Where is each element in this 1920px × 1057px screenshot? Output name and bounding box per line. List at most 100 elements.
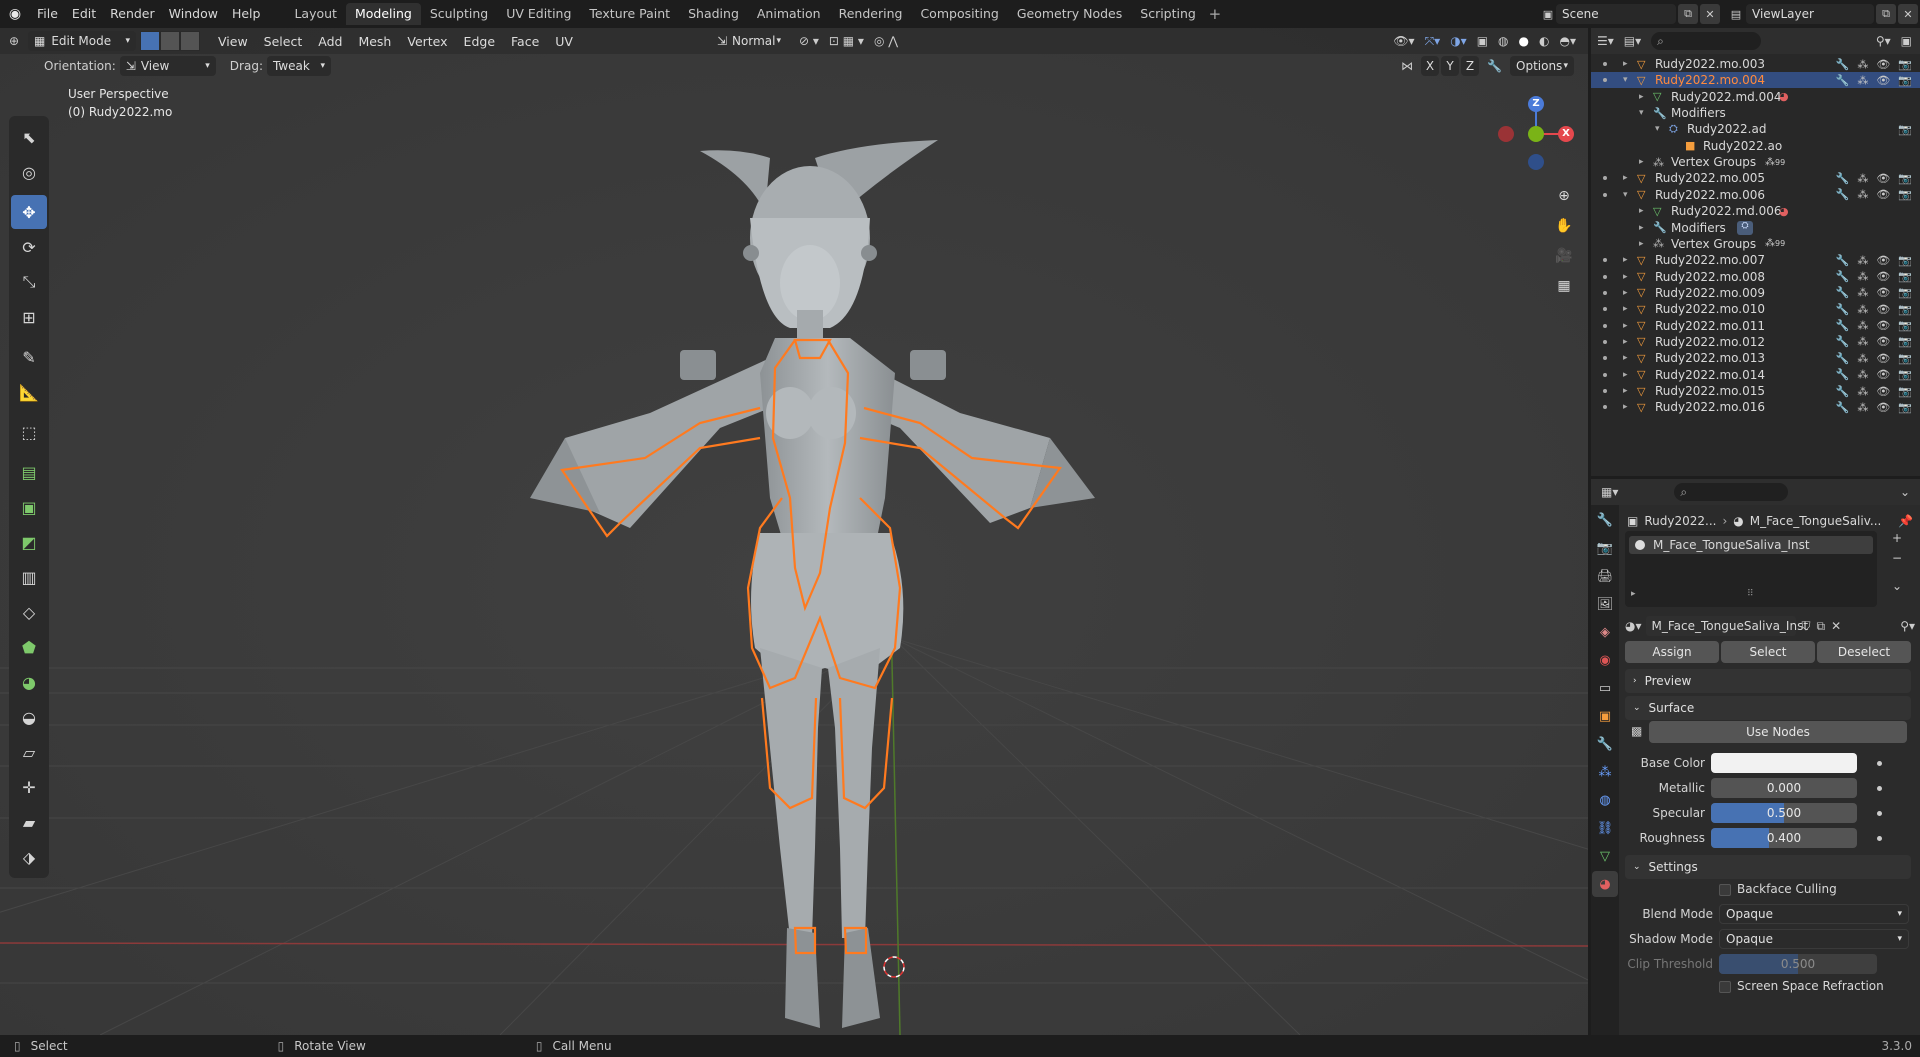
menu-uv[interactable]: UV xyxy=(547,34,581,49)
slot-specials-icon[interactable]: ⌄ xyxy=(1887,579,1907,597)
tab-rendering[interactable]: Rendering xyxy=(830,3,912,25)
render-camera-icon[interactable]: 📷 xyxy=(1898,352,1912,365)
xray-toggle-icon[interactable]: ▣ xyxy=(1477,34,1488,49)
mode-dot-icon[interactable] xyxy=(1603,290,1607,295)
remove-slot-button[interactable]: − xyxy=(1887,551,1907,569)
drag-dropdown[interactable]: Tweak ▾ xyxy=(266,56,331,76)
outliner-row[interactable]: ▸ ▽ Rudy2022.mo.007 🔧 ⁂ 👁 📷 xyxy=(1591,252,1920,268)
gizmo-z-axis[interactable]: Z xyxy=(1528,96,1544,112)
render-tab-icon[interactable]: 📷 xyxy=(1592,535,1618,561)
render-camera-icon[interactable]: 📷 xyxy=(1898,335,1912,348)
tool-tab-icon[interactable]: 🔧 xyxy=(1592,507,1618,533)
rotate-tool-icon[interactable]: ⟳ xyxy=(11,230,47,264)
menu-vertex[interactable]: Vertex xyxy=(399,34,455,49)
keyframe-dot-icon[interactable] xyxy=(1877,761,1882,766)
eye-visibility-icon[interactable]: 👁 xyxy=(1876,58,1890,71)
view-layer-tab-icon[interactable]: 🖼 xyxy=(1592,591,1618,617)
scale-tool-icon[interactable]: ⤡ xyxy=(11,265,47,299)
outliner-row[interactable]: ▾ 🔧 Modifiers xyxy=(1591,105,1920,121)
expand-triangle-icon[interactable]: ▸ xyxy=(1623,272,1628,282)
mode-dot-icon[interactable] xyxy=(1603,176,1607,181)
collapse-triangle-icon[interactable]: ▾ xyxy=(1623,75,1628,85)
output-tab-icon[interactable]: 🖨 xyxy=(1592,563,1618,589)
pin-icon[interactable]: 📌 xyxy=(1898,514,1913,528)
loop-cut-tool-icon[interactable]: ▥ xyxy=(11,560,47,594)
shadow-mode-dropdown[interactable]: Opaque ▾ xyxy=(1719,929,1909,949)
backface-culling-checkbox[interactable] xyxy=(1719,884,1731,896)
shear-tool-icon[interactable]: ▰ xyxy=(11,805,47,839)
wrench-icon[interactable]: 🔧 xyxy=(1487,59,1502,73)
particles-tab-icon[interactable]: ⁂ xyxy=(1592,759,1618,785)
eye-visibility-icon[interactable]: 👁 xyxy=(1876,335,1890,348)
expand-triangle-icon[interactable]: ▸ xyxy=(1639,92,1644,102)
tab-compositing[interactable]: Compositing xyxy=(911,3,1007,25)
menu-select[interactable]: Select xyxy=(256,34,311,49)
view-layer-selector[interactable]: ViewLayer xyxy=(1746,4,1874,24)
new-collection-icon[interactable]: ▣ xyxy=(1901,34,1912,48)
tab-modeling[interactable]: Modeling xyxy=(345,3,421,25)
perspective-grid-icon[interactable]: ▦ xyxy=(1551,273,1577,299)
outliner-row[interactable]: ▸ ▽ Rudy2022.mo.009 🔧 ⁂ 👁 📷 xyxy=(1591,285,1920,301)
expand-triangle-icon[interactable]: ▸ xyxy=(1631,589,1636,599)
modifier-tab-icon[interactable]: 🔧 xyxy=(1592,731,1618,757)
solid-shading-icon[interactable]: ● xyxy=(1519,34,1529,49)
filter-icon[interactable]: ⚲▾ xyxy=(1876,34,1891,48)
vertex-select-button[interactable] xyxy=(140,31,160,51)
material-name-field[interactable]: M_Face_TongueSaliva_Inst xyxy=(1645,616,1808,636)
metallic-slider[interactable]: 0.000 xyxy=(1711,778,1857,798)
mode-dot-icon[interactable] xyxy=(1603,274,1607,279)
mode-dot-icon[interactable] xyxy=(1603,339,1607,344)
spin-tool-icon[interactable]: ◕ xyxy=(11,665,47,699)
new-view-layer-icon[interactable]: ⧉ xyxy=(1876,4,1896,24)
poly-build-tool-icon[interactable]: ⬟ xyxy=(11,630,47,664)
menu-face[interactable]: Face xyxy=(503,34,547,49)
rendered-shading-icon[interactable]: ◓▾ xyxy=(1560,34,1577,49)
smooth-tool-icon[interactable]: ◒ xyxy=(11,700,47,734)
editor-type-icon[interactable]: ⊕ xyxy=(0,34,28,48)
base-color-swatch[interactable] xyxy=(1711,753,1857,773)
overlay-toggle-icon[interactable]: ◑▾ xyxy=(1450,34,1467,49)
menu-help[interactable]: Help xyxy=(225,3,268,25)
mirror-y-button[interactable]: Y xyxy=(1441,56,1460,76)
assign-button[interactable]: Assign xyxy=(1625,641,1719,663)
clip-threshold-slider[interactable]: 0.500 xyxy=(1719,954,1877,974)
menu-file[interactable]: File xyxy=(30,3,65,25)
outliner-row[interactable]: ▸ ⁂ Vertex Groups ⁂99 xyxy=(1591,154,1920,170)
keyframe-dot-icon[interactable] xyxy=(1877,811,1882,816)
orientation-dropdown[interactable]: ⇲ View ▾ xyxy=(119,56,216,76)
outliner-row[interactable]: ▸ ▽ Rudy2022.mo.008 🔧 ⁂ 👁 📷 xyxy=(1591,269,1920,285)
outliner-row[interactable]: ▸ ▽ Rudy2022.md.006 ◕ xyxy=(1591,203,1920,219)
mirror-x-button[interactable]: X xyxy=(1421,56,1440,76)
render-camera-icon[interactable]: 📷 xyxy=(1898,58,1912,71)
render-camera-icon[interactable]: 📷 xyxy=(1898,319,1912,332)
render-camera-icon[interactable]: 📷 xyxy=(1898,286,1912,299)
deselect-button[interactable]: Deselect xyxy=(1817,641,1911,663)
cursor-tool-icon[interactable]: ◎ xyxy=(11,155,47,189)
screen-space-refraction-checkbox[interactable] xyxy=(1719,981,1731,993)
gizmo-y-axis[interactable] xyxy=(1528,126,1544,142)
menu-edit[interactable]: Edit xyxy=(65,3,103,25)
eye-visibility-icon[interactable]: 👁 xyxy=(1876,303,1890,316)
eye-visibility-icon[interactable]: 👁 xyxy=(1876,368,1890,381)
camera-icon[interactable]: 🎥 xyxy=(1551,243,1577,269)
edge-select-button[interactable] xyxy=(160,31,180,51)
extrude-tool-icon[interactable]: ▤ xyxy=(11,455,47,489)
tab-animation[interactable]: Animation xyxy=(748,3,830,25)
outliner-row[interactable]: ▸ ⁂ Vertex Groups ⁂99 xyxy=(1591,236,1920,252)
expand-triangle-icon[interactable]: ▸ xyxy=(1623,59,1628,69)
render-camera-icon[interactable]: 📷 xyxy=(1898,74,1912,87)
select-box-tool-icon[interactable]: ⬉ xyxy=(11,120,47,154)
render-camera-icon[interactable]: 📷 xyxy=(1898,172,1912,185)
eye-visibility-icon[interactable]: 👁 xyxy=(1876,188,1890,201)
menu-mesh[interactable]: Mesh xyxy=(350,34,399,49)
view-layer-icon[interactable]: ▤ xyxy=(1726,4,1746,24)
snap-icon[interactable]: ⊡ ▦ ▾ xyxy=(829,34,864,48)
expand-triangle-icon[interactable]: ▸ xyxy=(1623,255,1628,265)
mode-dot-icon[interactable] xyxy=(1603,307,1607,312)
collapse-triangle-icon[interactable]: ▾ xyxy=(1623,190,1628,200)
mode-dot-icon[interactable] xyxy=(1603,78,1607,83)
shrink-fatten-tool-icon[interactable]: ✛ xyxy=(11,770,47,804)
tab-scripting[interactable]: Scripting xyxy=(1131,3,1205,25)
expand-triangle-icon[interactable]: ▸ xyxy=(1639,157,1644,167)
roughness-slider[interactable]: 0.400 xyxy=(1711,828,1857,848)
